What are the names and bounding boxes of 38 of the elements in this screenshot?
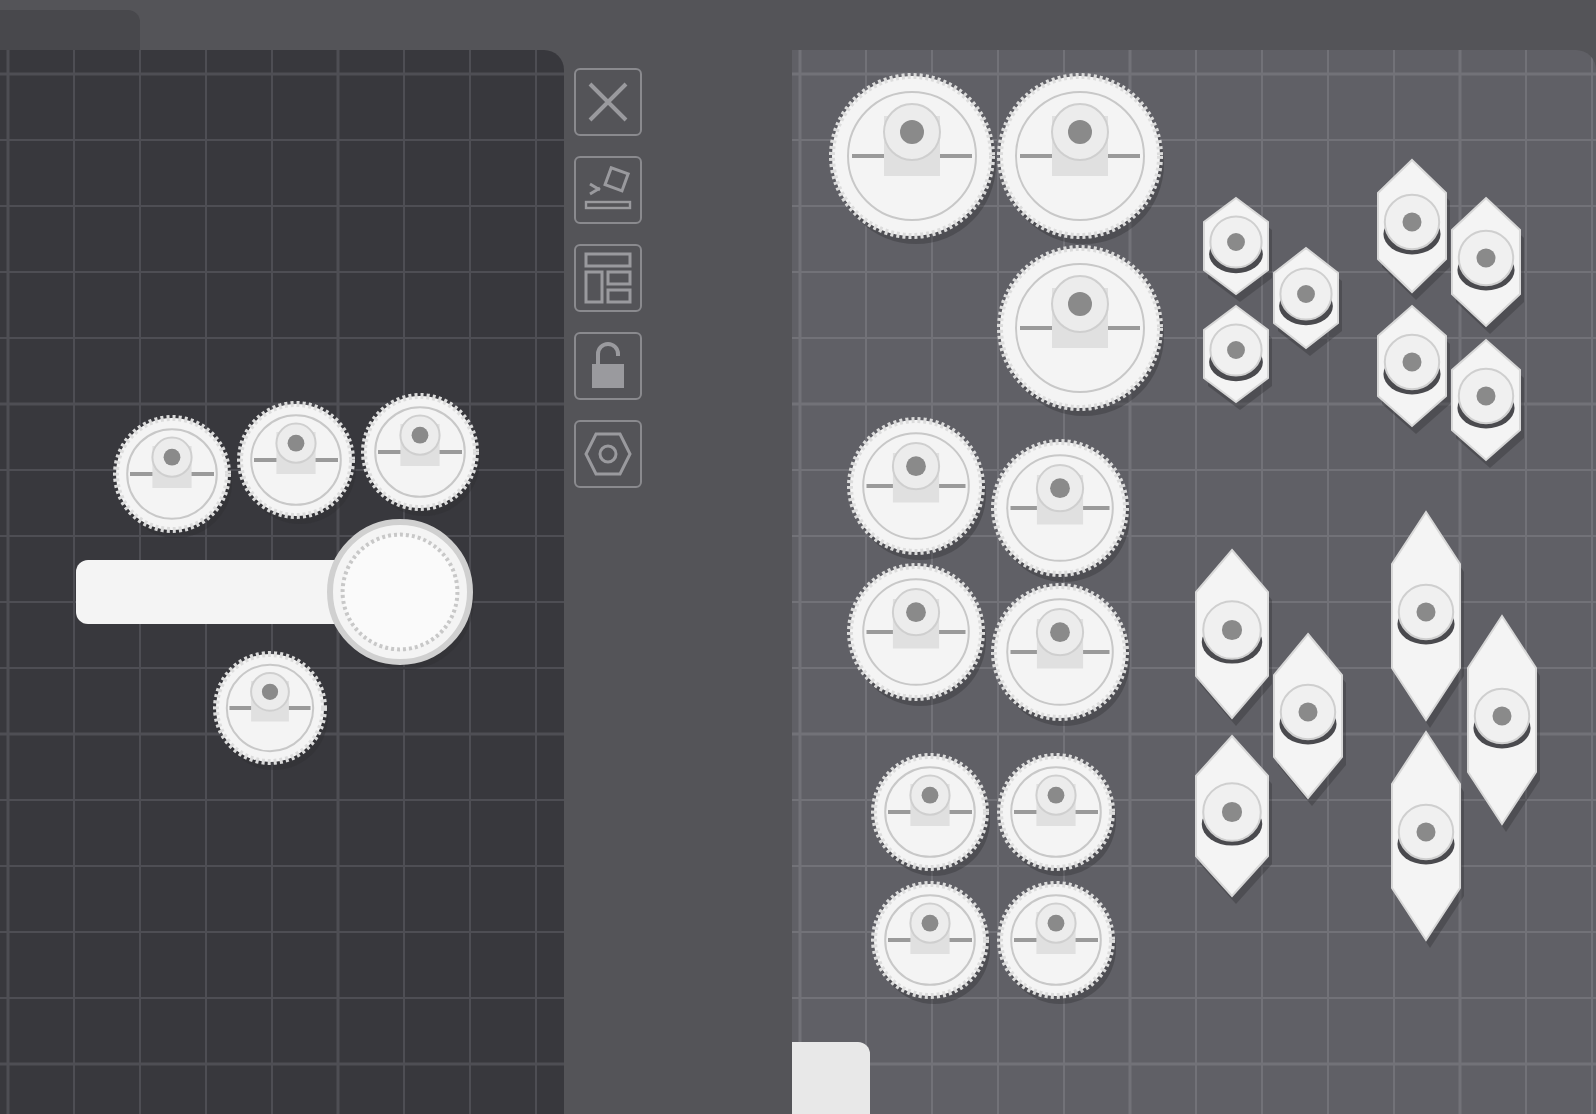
bracket-part[interactable] (1195, 734, 1272, 904)
settings-button[interactable] (574, 420, 642, 488)
gear-part[interactable] (997, 245, 1164, 416)
gear-part[interactable] (361, 393, 480, 516)
layout-icon (584, 252, 632, 304)
lock-button[interactable] (574, 332, 642, 400)
gear-part[interactable] (829, 73, 996, 244)
bracket-part[interactable] (1377, 158, 1450, 300)
gear-part[interactable] (997, 73, 1164, 244)
arrange-icon (582, 166, 634, 214)
arrange-button[interactable] (574, 156, 642, 224)
bracket-part[interactable] (1273, 246, 1342, 356)
bracket-part[interactable] (1203, 196, 1272, 302)
bracket-part[interactable] (1451, 196, 1524, 334)
gear-part[interactable] (237, 401, 356, 524)
gear-part[interactable] (871, 881, 990, 1004)
gear-part[interactable] (213, 651, 328, 770)
gear-part[interactable] (847, 417, 986, 560)
bracket-part[interactable] (1451, 338, 1524, 468)
gear-part[interactable] (997, 881, 1116, 1004)
close-icon (586, 80, 630, 124)
arm-part[interactable] (76, 519, 474, 670)
gear-part[interactable] (997, 753, 1116, 876)
bracket-part[interactable] (1391, 510, 1464, 728)
gear-part[interactable] (991, 583, 1130, 726)
bracket-part[interactable] (1273, 632, 1346, 806)
bracket-part[interactable] (1467, 614, 1540, 832)
settings-icon (584, 430, 632, 478)
gear-part[interactable] (847, 563, 986, 706)
bracket-part[interactable] (1391, 730, 1464, 948)
bracket-part[interactable] (1203, 304, 1272, 410)
layout-button[interactable] (574, 244, 642, 312)
gear-part[interactable] (871, 753, 990, 876)
gear-part[interactable] (113, 415, 232, 538)
bracket-part[interactable] (1195, 548, 1272, 726)
bracket-part[interactable] (1377, 304, 1450, 434)
close-button[interactable] (574, 68, 642, 136)
gear-part[interactable] (991, 439, 1130, 582)
